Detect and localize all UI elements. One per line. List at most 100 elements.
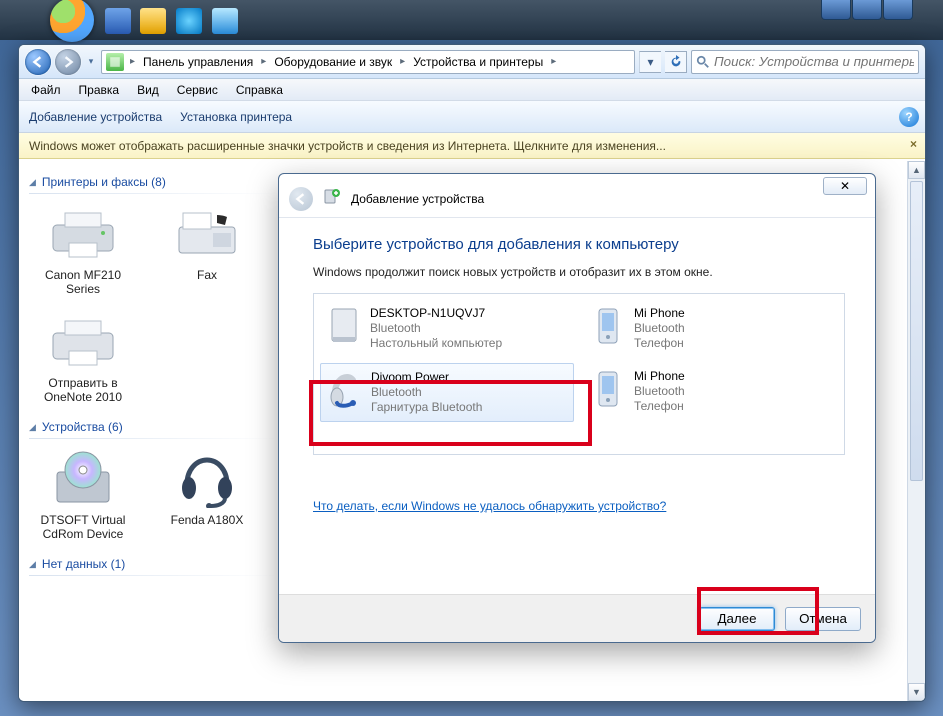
taskbar-pin-1[interactable] [105,8,131,34]
devices-panel: ◢ Принтеры и факсы (8) Canon MF210 Serie… [19,161,287,701]
device-name: DESKTOP-N1UQVJ7 [370,306,502,321]
device-type: Телефон [634,399,685,414]
breadcrumb-sep: ▸ [398,56,407,67]
device-item-desktop[interactable]: DESKTOP-N1UQVJ7 Bluetooth Настольный ком… [320,300,574,357]
cmd-add-device[interactable]: Добавление устройства [29,110,162,124]
address-row: ▾ ▸ Панель управления ▸ Оборудование и з… [19,45,925,79]
printer-icon [47,312,119,372]
device-proto: Bluetooth [370,321,502,336]
nav-forward-button[interactable] [55,49,81,75]
menu-help[interactable]: Справка [228,81,291,99]
group-printers-header[interactable]: ◢ Принтеры и факсы (8) [29,175,277,189]
wizard-back-button[interactable] [289,187,313,211]
scroll-up-button[interactable]: ▲ [908,161,925,179]
taskbar-pin-4[interactable] [212,8,238,34]
device-label: Fax [197,268,217,282]
info-bar-close[interactable]: × [910,137,917,151]
window-close[interactable] [883,0,913,20]
bt-headset-icon [327,370,363,410]
menu-tools[interactable]: Сервис [169,81,226,99]
window-minimize[interactable] [821,0,851,20]
collapse-icon: ◢ [29,559,36,570]
group-devices-header[interactable]: ◢ Устройства (6) [29,420,277,434]
device-fax[interactable]: Fax [157,204,257,296]
fax-icon [171,204,243,264]
cancel-button[interactable]: Отмена [785,607,861,631]
add-device-wizard: ✕ Добавление устройства Выберите устройс… [278,173,876,643]
menu-edit[interactable]: Правка [71,81,128,99]
group-title: Нет данных (1) [42,557,125,571]
scroll-thumb[interactable] [910,181,923,481]
close-icon: ✕ [840,179,850,193]
wizard-help-link[interactable]: Что делать, если Windows не удалось обна… [313,499,666,513]
refresh-button[interactable] [665,51,687,73]
vertical-scrollbar[interactable]: ▲ ▼ [907,161,925,701]
device-type: Телефон [634,336,685,351]
device-proto: Bluetooth [371,385,482,400]
device-add-icon [323,188,341,209]
start-orb[interactable] [50,0,94,42]
info-bar-text: Windows может отображать расширенные зна… [29,139,666,153]
scroll-down-button[interactable]: ▼ [908,683,925,701]
dialog-close-button[interactable]: ✕ [823,177,867,195]
device-proto: Bluetooth [634,384,685,399]
disc-drive-icon [47,449,119,509]
device-type: Гарнитура Bluetooth [371,400,482,415]
search-input[interactable] [691,50,919,74]
control-panel-icon [106,53,124,71]
device-onenote[interactable]: Отправить в OneNote 2010 [33,312,133,404]
computer-icon [326,306,362,346]
device-list: DESKTOP-N1UQVJ7 Bluetooth Настольный ком… [313,293,845,455]
menu-view[interactable]: Вид [129,81,167,99]
group-title: Принтеры и факсы (8) [42,175,166,189]
menu-file[interactable]: Файл [23,81,69,99]
next-button[interactable]: Далее [699,607,775,631]
window-maximize[interactable] [852,0,882,20]
command-bar: Добавление устройства Установка принтера… [19,101,925,133]
info-bar[interactable]: Windows может отображать расширенные зна… [19,133,925,159]
collapse-icon: ◢ [29,422,36,433]
breadcrumb-sep: ▸ [259,56,268,67]
breadcrumb-seg-2[interactable]: Устройства и принтеры [409,55,547,69]
help-button[interactable]: ? [899,107,919,127]
breadcrumb[interactable]: ▸ Панель управления ▸ Оборудование и зву… [101,50,635,74]
cmd-add-printer[interactable]: Установка принтера [180,110,292,124]
wizard-header: Добавление устройства [279,180,875,218]
breadcrumb-seg-1[interactable]: Оборудование и звук [270,55,396,69]
device-name: Mi Phone [634,306,685,321]
address-dropdown[interactable]: ▾ [639,51,661,73]
printer-icon [47,204,119,264]
group-nodata-header[interactable]: ◢ Нет данных (1) [29,557,277,571]
device-type: Настольный компьютер [370,336,502,351]
taskbar [0,0,943,40]
device-label: Отправить в OneNote 2010 [33,376,133,404]
device-item-headset[interactable]: Divoom Power Bluetooth Гарнитура Bluetoo… [320,363,574,422]
breadcrumb-sep: ▸ [549,56,558,67]
device-label: Fenda A180X [171,513,244,527]
device-item-phone[interactable]: Mi Phone Bluetooth Телефон [584,300,838,357]
wizard-subheading: Windows продолжит поиск новых устройств … [313,265,845,279]
nav-history-dropdown[interactable]: ▾ [85,53,97,71]
headset-icon [171,449,243,509]
breadcrumb-seg-0[interactable]: Панель управления [139,55,257,69]
wizard-footer: Далее Отмена [279,594,875,642]
device-headset[interactable]: Fenda A180X [157,449,257,541]
wizard-title: Добавление устройства [351,192,484,206]
device-item-phone-2[interactable]: Mi Phone Bluetooth Телефон [584,363,838,422]
device-label: Canon MF210 Series [33,268,133,296]
device-cdrom[interactable]: DTSOFT Virtual CdRom Device [33,449,133,541]
device-label: DTSOFT Virtual CdRom Device [33,513,133,541]
taskbar-pin-3[interactable] [176,8,202,34]
nav-back-button[interactable] [25,49,51,75]
device-printer[interactable]: Canon MF210 Series [33,204,133,296]
taskbar-pin-2[interactable] [140,8,166,34]
wizard-heading: Выберите устройство для добавления к ком… [313,236,845,253]
phone-icon [590,306,626,346]
breadcrumb-sep: ▸ [128,56,137,67]
group-title: Устройства (6) [42,420,123,434]
menu-bar: Файл Правка Вид Сервис Справка [19,79,925,101]
phone-icon [590,369,626,409]
device-proto: Bluetooth [634,321,685,336]
device-name: Mi Phone [634,369,685,384]
device-name: Divoom Power [371,370,482,385]
